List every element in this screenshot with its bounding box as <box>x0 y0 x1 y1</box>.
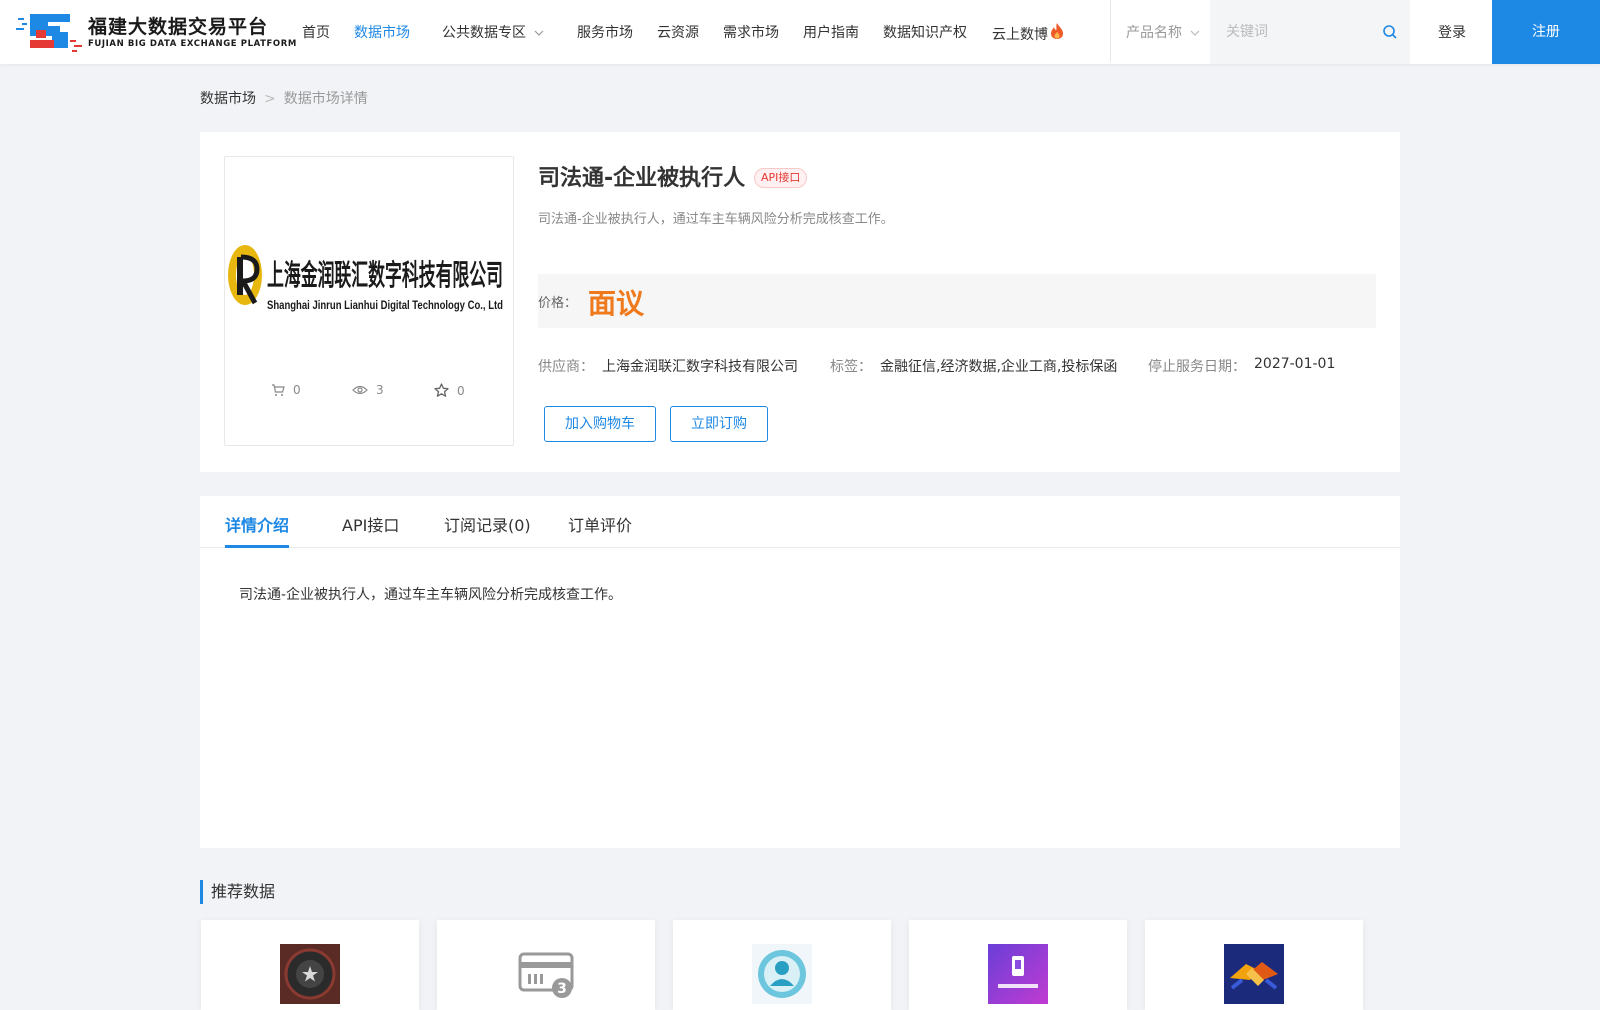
nav-item-data-market[interactable]: 数据市场 <box>354 22 410 42</box>
person-icon <box>752 944 812 1004</box>
product-stats: 0 3 0 <box>225 383 513 403</box>
login-link[interactable]: 登录 <box>1438 22 1466 42</box>
phone-icon <box>988 944 1048 1004</box>
nav-label: 数据知识产权 <box>883 25 967 41</box>
company-logo-image: 上海金润联汇数字科技有限公司 Shanghai Jinrun Lianhui D… <box>228 245 503 312</box>
product-thumbnail: 上海金润联汇数字科技有限公司 Shanghai Jinrun Lianhui D… <box>224 156 514 446</box>
view-count-value: 3 <box>376 383 384 397</box>
view-count: 3 <box>352 383 384 397</box>
product-thumbnail-image <box>280 944 340 1004</box>
nav-item-public-data[interactable]: 公共数据专区 <box>442 22 544 42</box>
add-to-cart-button[interactable]: 加入购物车 <box>544 406 656 442</box>
nav-label: 公共数据专区 <box>442 25 526 41</box>
chevron-down-icon <box>1190 30 1200 36</box>
nav-label: 云上数博 <box>992 27 1048 43</box>
nav-item-data-ip[interactable]: 数据知识产权 <box>883 22 967 42</box>
nav-label: 用户指南 <box>803 25 859 41</box>
recommend-card[interactable] <box>1145 920 1363 1010</box>
recommend-card[interactable]: 3 <box>437 920 655 1010</box>
header-divider <box>1110 0 1111 62</box>
top-header: 福建大数据交易平台 FUJIAN BIG DATA EXCHANGE PLATF… <box>0 0 1600 64</box>
nav-label: 云资源 <box>657 25 699 41</box>
nav-item-cloud-expo[interactable]: 云上数博 <box>992 22 1064 44</box>
stop-date-value: 2027-01-01 <box>1254 356 1336 372</box>
nav-item-home[interactable]: 首页 <box>302 22 330 42</box>
detail-tabs-panel: 详情介绍 API接口 订阅记录(0) 订单评价 司法通-企业被执行人，通过车主车… <box>200 496 1400 848</box>
tabs-bar: 详情介绍 API接口 订阅记录(0) 订单评价 <box>200 496 1400 548</box>
site-logo[interactable]: 福建大数据交易平台 FUJIAN BIG DATA EXCHANGE PLATF… <box>16 8 296 56</box>
product-title: 司法通-企业被执行人 <box>538 166 746 191</box>
cart-count-value: 0 <box>293 383 301 397</box>
nav-item-user-guide[interactable]: 用户指南 <box>803 22 859 42</box>
cart-count: 0 <box>271 383 301 397</box>
price-box: 价格： 面议 <box>538 274 1376 328</box>
card-icon: 3 <box>518 952 574 998</box>
star-icon[interactable] <box>434 383 449 398</box>
logo-mark-icon <box>16 14 82 52</box>
tab-subscriptions[interactable]: 订阅记录(0) <box>444 512 531 536</box>
eye-icon <box>352 385 368 395</box>
supplier-label: 供应商： <box>538 359 594 375</box>
supplier-name: 上海金润联汇数字科技有限公司 <box>602 359 798 375</box>
nav-label: 服务市场 <box>577 25 633 41</box>
tab-api[interactable]: API接口 <box>342 512 399 536</box>
favorite-count: 0 <box>434 383 465 398</box>
active-tab-indicator <box>225 545 289 548</box>
logo-subtitle: FUJIAN BIG DATA EXCHANGE PLATFORM <box>88 39 297 49</box>
handshake-icon <box>1224 944 1284 1004</box>
buy-now-button[interactable]: 立即订购 <box>670 406 768 442</box>
tags-label: 标签： <box>830 359 872 375</box>
tab-details[interactable]: 详情介绍 <box>225 512 289 536</box>
favorite-count-value: 0 <box>457 384 465 398</box>
nav-label: 首页 <box>302 25 330 41</box>
product-card: 上海金润联汇数字科技有限公司 Shanghai Jinrun Lianhui D… <box>200 132 1400 472</box>
search-box <box>1210 0 1410 64</box>
price-value: 面议 <box>588 287 645 320</box>
tags-value: 金融征信,经济数据,企业工商,投标保函 <box>880 359 1118 375</box>
breadcrumb-separator: > <box>264 91 276 107</box>
nav-label: 需求市场 <box>723 25 779 41</box>
recommend-card[interactable] <box>201 920 419 1010</box>
nav-item-service-market[interactable]: 服务市场 <box>577 22 633 42</box>
svg-text:3: 3 <box>557 981 567 997</box>
search-icon[interactable] <box>1382 24 1398 40</box>
breadcrumb-root[interactable]: 数据市场 <box>200 91 256 107</box>
breadcrumb: 数据市场 > 数据市场详情 <box>200 88 368 108</box>
search-category-label: 产品名称 <box>1126 25 1182 41</box>
recommend-card[interactable] <box>909 920 1127 1010</box>
price-label: 价格： <box>538 296 578 311</box>
nav-label: 数据市场 <box>354 25 410 41</box>
register-button[interactable]: 注册 <box>1492 0 1600 64</box>
search-category-select[interactable]: 产品名称 <box>1126 22 1200 42</box>
tab-reviews[interactable]: 订单评价 <box>568 512 632 536</box>
cart-icon <box>272 384 285 396</box>
product-description: 司法通-企业被执行人，通过车主车辆风险分析完成核查工作。 <box>538 212 894 227</box>
logo-title: 福建大数据交易平台 <box>88 16 269 38</box>
tab-content-text: 司法通-企业被执行人，通过车主车辆风险分析完成核查工作。 <box>239 587 623 603</box>
chevron-down-icon <box>534 30 544 36</box>
company-logo-cn: 上海金润联汇数字科技有限公司 <box>267 258 503 292</box>
company-logo-en: Shanghai Jinrun Lianhui Digital Technolo… <box>267 298 503 312</box>
nav-item-cloud-resources[interactable]: 云资源 <box>657 22 699 42</box>
search-input[interactable] <box>1226 20 1376 44</box>
recommend-card[interactable] <box>673 920 891 1010</box>
breadcrumb-current: 数据市场详情 <box>283 91 368 107</box>
flame-icon <box>1051 23 1063 39</box>
recommend-section-title: 推荐数据 <box>200 880 275 904</box>
product-meta: 供应商： 上海金润联汇数字科技有限公司 标签： 金融征信,经济数据,企业工商,投… <box>538 356 1398 376</box>
api-badge: API接口 <box>754 168 808 188</box>
nav-item-demand-market[interactable]: 需求市场 <box>723 22 779 42</box>
stop-date-label: 停止服务日期： <box>1148 359 1246 375</box>
